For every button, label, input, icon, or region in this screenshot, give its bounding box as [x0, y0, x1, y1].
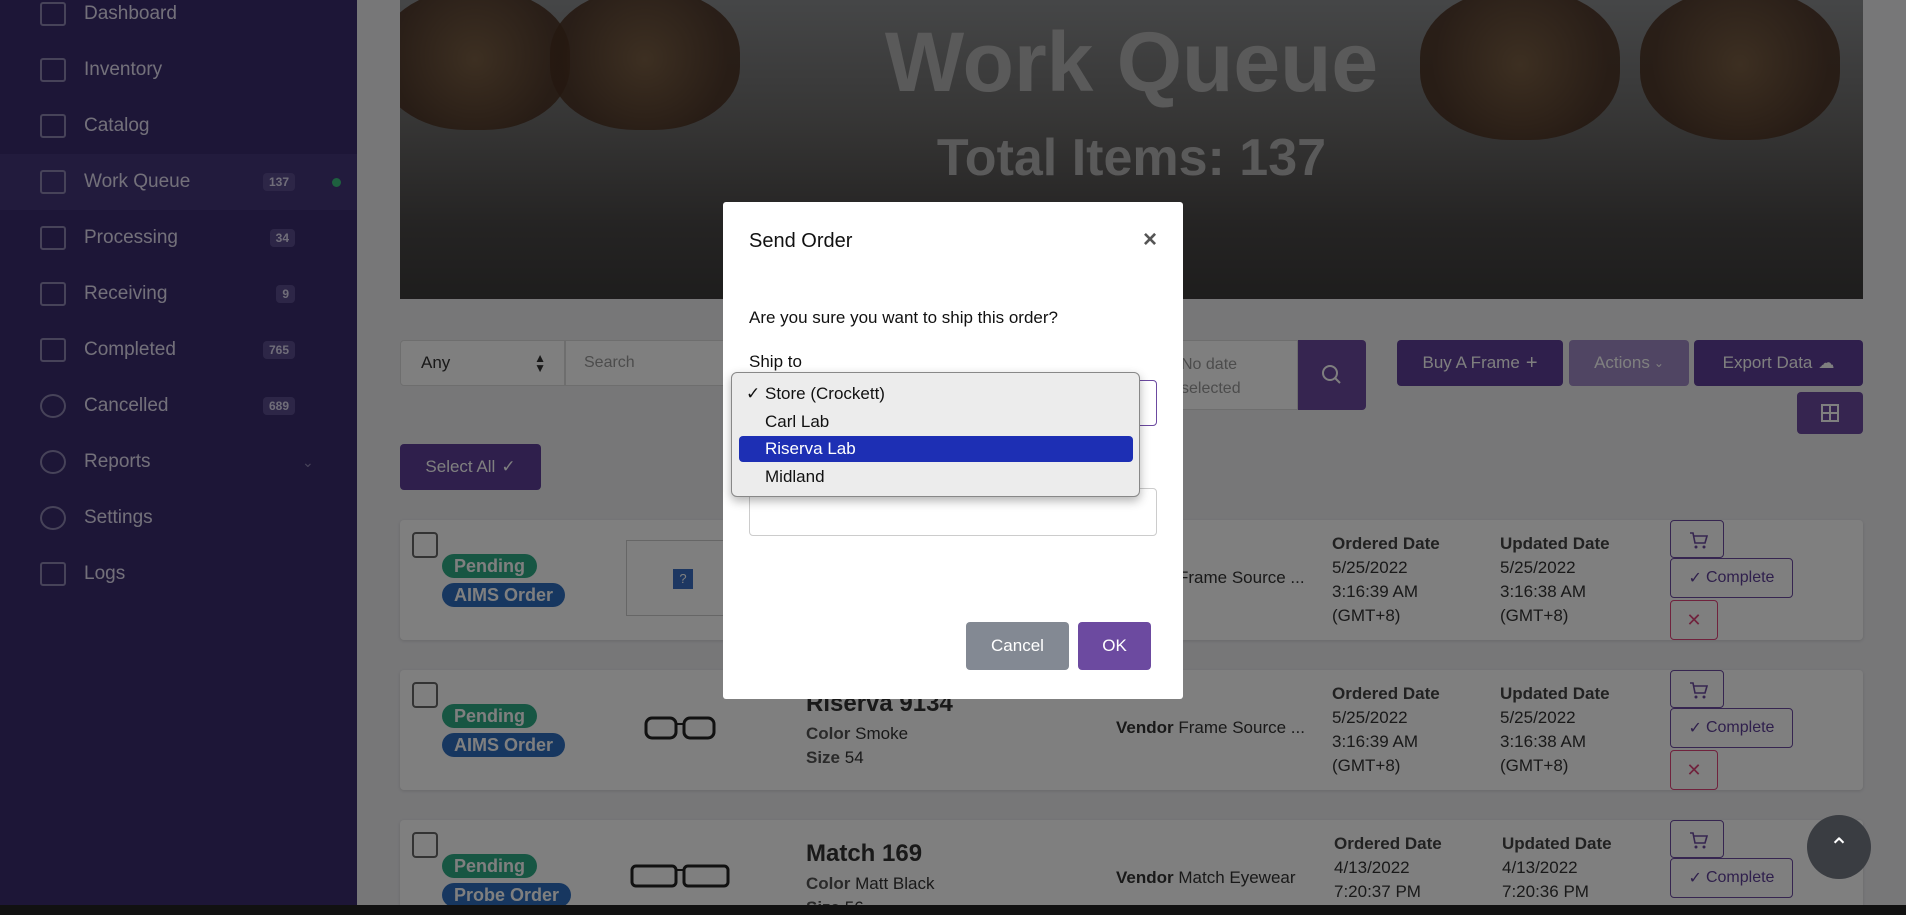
option-label: Carl Lab	[765, 412, 830, 431]
ship-to-options-list: ✓ Store (Crockett) Carl Lab Riserva Lab …	[731, 372, 1140, 497]
check-icon: ✓	[746, 384, 761, 403]
option-label: Midland	[765, 467, 825, 486]
ship-to-label: Ship to	[749, 352, 802, 371]
chevron-up-icon: ⌃	[1828, 833, 1850, 861]
option-carl-lab[interactable]: Carl Lab	[739, 409, 1133, 435]
option-midland[interactable]: Midland	[739, 464, 1133, 490]
confirm-message: Are you sure you want to ship this order…	[749, 308, 1058, 327]
close-icon[interactable]: ×	[1143, 226, 1157, 254]
scroll-to-top-button[interactable]: ⌃	[1807, 815, 1871, 879]
ok-button[interactable]: OK	[1078, 622, 1151, 670]
window-bottom-edge	[0, 905, 1906, 915]
option-riserva-lab[interactable]: Riserva Lab	[739, 436, 1133, 462]
option-label: Riserva Lab	[765, 439, 856, 458]
dialog-title: Send Order	[749, 230, 853, 252]
cancel-button[interactable]: Cancel	[966, 622, 1069, 670]
option-label: Store (Crockett)	[765, 384, 885, 403]
option-store-crockett[interactable]: ✓ Store (Crockett)	[739, 381, 1133, 407]
